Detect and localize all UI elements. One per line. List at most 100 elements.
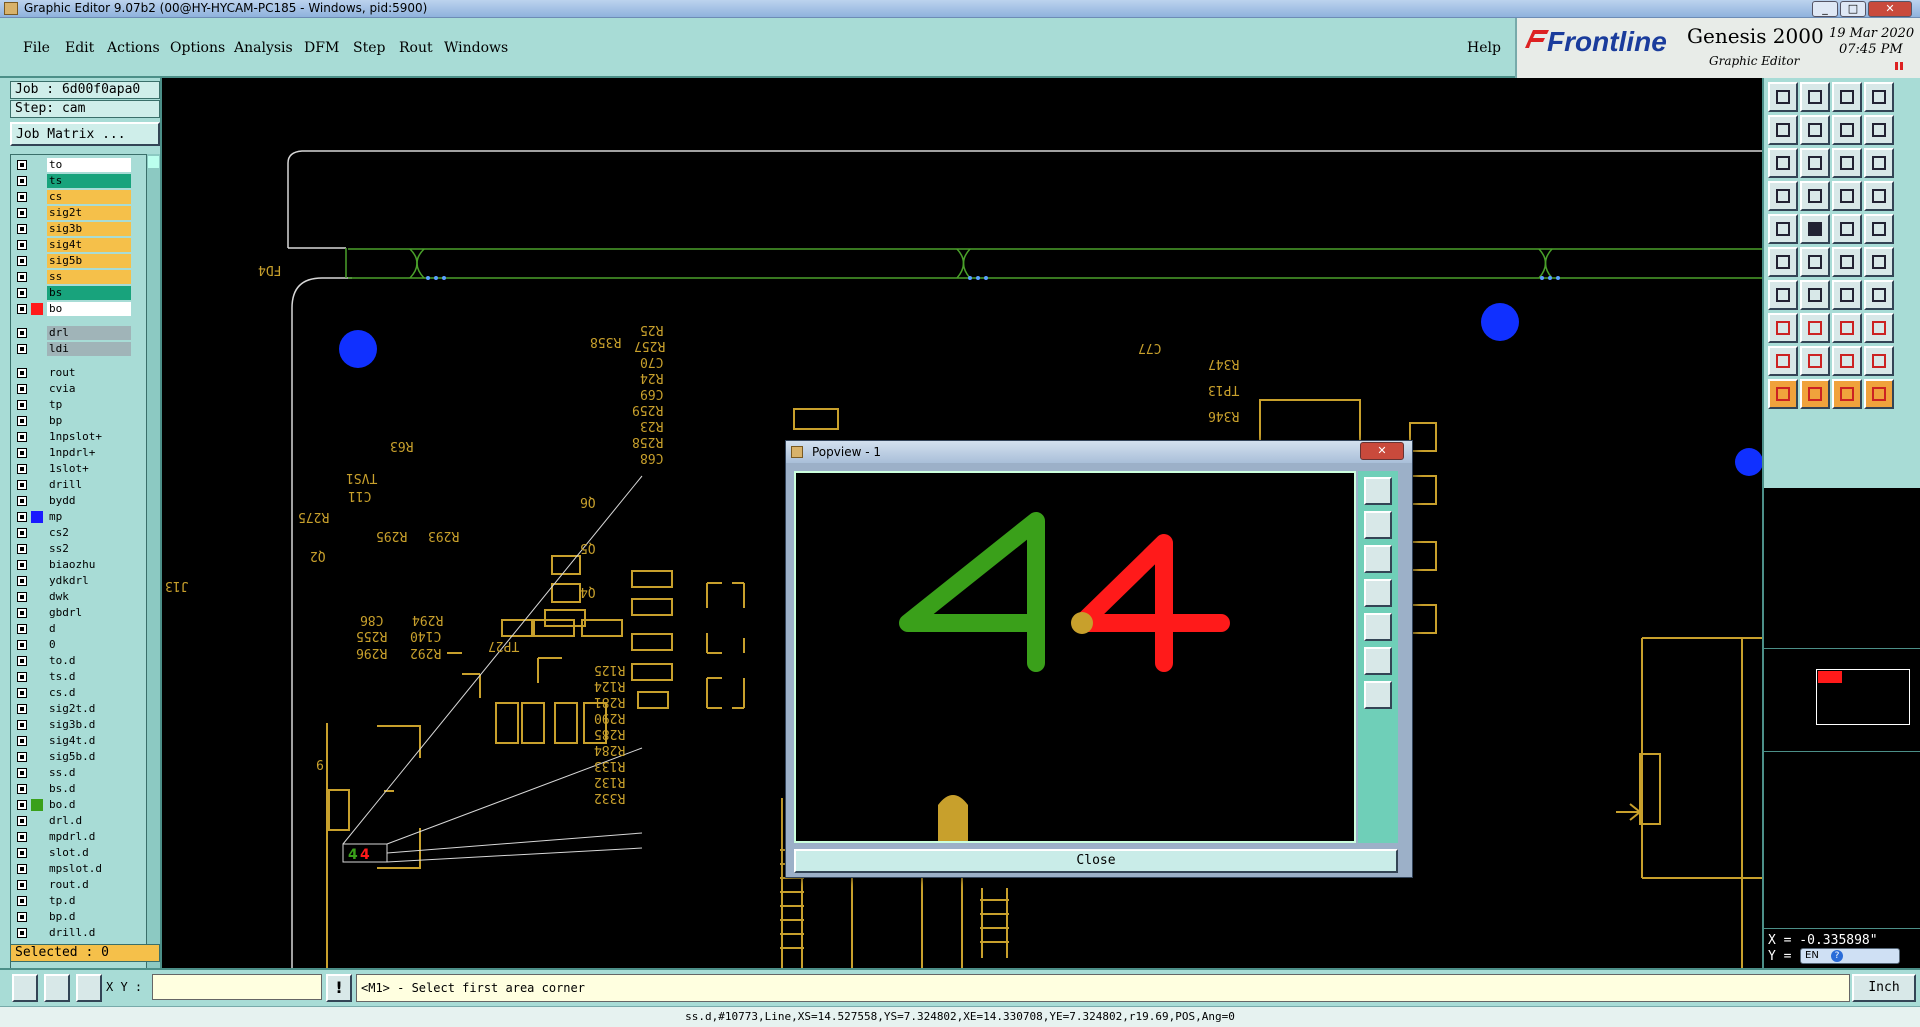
layer-color-swatch[interactable] [31, 191, 43, 203]
zone-icon[interactable] [1832, 346, 1862, 376]
layer-color-swatch[interactable] [31, 655, 43, 667]
layer-color-swatch[interactable] [31, 223, 43, 235]
layer-row-bp-d[interactable]: bp.d [13, 910, 131, 924]
layer-checkbox[interactable] [17, 160, 27, 170]
layer-color-swatch[interactable] [31, 575, 43, 587]
move-icon[interactable] [1832, 247, 1862, 277]
layer-checkbox[interactable] [17, 832, 27, 842]
layer-row-1slot-[interactable]: 1slot+ [13, 462, 131, 476]
layer-name[interactable]: bs.d [47, 782, 131, 796]
layer-color-swatch[interactable] [31, 559, 43, 571]
layer-name[interactable]: 1npdrl+ [47, 446, 131, 460]
surface-icon[interactable] [1864, 313, 1894, 343]
layer-checkbox[interactable] [17, 512, 27, 522]
layer-checkbox[interactable] [17, 640, 27, 650]
layer-checkbox[interactable] [17, 368, 27, 378]
arc-icon[interactable] [1832, 280, 1862, 310]
layer-color-swatch[interactable] [31, 751, 43, 763]
layer-row-gbdrl[interactable]: gbdrl [13, 606, 131, 620]
layer-row-tp-d[interactable]: tp.d [13, 894, 131, 908]
layer-color-swatch[interactable] [31, 431, 43, 443]
layer-checkbox[interactable] [17, 224, 27, 234]
layer-color-swatch[interactable] [31, 287, 43, 299]
triangle-icon[interactable] [1768, 346, 1798, 376]
layer-checkbox[interactable] [17, 752, 27, 762]
cursor-c-icon[interactable] [1864, 379, 1894, 409]
layer-name[interactable]: dwk [47, 590, 131, 604]
menu-options[interactable]: Options [170, 40, 225, 56]
layer-name[interactable]: drl.d [47, 814, 131, 828]
layer-row-rout[interactable]: rout [13, 366, 131, 380]
question-icon[interactable] [1864, 148, 1894, 178]
layer-row-bs[interactable]: bs [13, 286, 131, 300]
layer-checkbox[interactable] [17, 656, 27, 666]
layer-row-sig4t-d[interactable]: sig4t.d [13, 734, 131, 748]
menu-step[interactable]: Step [353, 40, 385, 56]
layer-color-swatch[interactable] [31, 831, 43, 843]
layer-row-dwk[interactable]: dwk [13, 590, 131, 604]
corner-icon[interactable] [1800, 214, 1830, 244]
layer-name[interactable]: bp [47, 414, 131, 428]
menu-rout[interactable]: Rout [399, 40, 433, 56]
layer-name[interactable]: sig4t.d [47, 734, 131, 748]
popview-close-x-button[interactable]: ✕ [1360, 442, 1404, 460]
layer-row-tp[interactable]: tp [13, 398, 131, 412]
menu-dfm[interactable]: DFM [304, 40, 339, 56]
layer-checkbox[interactable] [17, 416, 27, 426]
popview-tool-icon[interactable] [1364, 613, 1392, 641]
layer-name[interactable]: ss [47, 270, 131, 284]
layer-color-swatch[interactable] [31, 495, 43, 507]
layer-checkbox[interactable] [17, 896, 27, 906]
layer-color-swatch[interactable] [31, 527, 43, 539]
layer-checkbox[interactable] [17, 304, 27, 314]
popview-tool-icon[interactable] [1364, 681, 1392, 709]
layer-name[interactable]: bydd [47, 494, 131, 508]
layer-name[interactable]: tp [47, 398, 131, 412]
layer-list-scrollbar[interactable] [146, 154, 160, 1016]
line-icon[interactable] [1800, 280, 1830, 310]
scroll-up-arrow-icon[interactable] [148, 156, 159, 168]
layer-row-sig4t[interactable]: sig4t [13, 238, 131, 252]
popview-tool-icon[interactable] [1364, 477, 1392, 505]
zoom-out-icon[interactable] [1800, 115, 1830, 145]
layer-checkbox[interactable] [17, 928, 27, 938]
layer-name[interactable]: drill [47, 478, 131, 492]
layer-row-ldi[interactable]: ldi [13, 342, 131, 356]
angle-tool-icon[interactable] [44, 974, 70, 1002]
layer-name[interactable]: cs [47, 190, 131, 204]
cursor-a-icon[interactable] [1800, 379, 1830, 409]
layer-name[interactable]: 0 [47, 638, 131, 652]
snap-icon[interactable] [1768, 181, 1798, 211]
menu-windows[interactable]: Windows [444, 40, 508, 56]
layer-row-ss2[interactable]: ss2 [13, 542, 131, 556]
layer-checkbox[interactable] [17, 496, 27, 506]
layer-name[interactable]: rout.d [47, 878, 131, 892]
select-feature-icon[interactable] [1768, 214, 1798, 244]
layer-row-bs-d[interactable]: bs.d [13, 782, 131, 796]
layer-row-cs[interactable]: cs [13, 190, 131, 204]
pan-icon[interactable] [1832, 115, 1862, 145]
layer-name[interactable]: sig3b.d [47, 718, 131, 732]
menu-help[interactable]: Help [1467, 40, 1501, 56]
layer-name[interactable]: ts.d [47, 670, 131, 684]
layer-name[interactable]: drill.d [47, 926, 131, 940]
layer-name[interactable]: ss.d [47, 766, 131, 780]
layer-name[interactable]: d [47, 622, 131, 636]
popview-tool-icon[interactable] [1364, 545, 1392, 573]
layer-name[interactable]: ydkdrl [47, 574, 131, 588]
link-icon[interactable] [1864, 247, 1894, 277]
layer-row-mpslot-d[interactable]: mpslot.d [13, 862, 131, 876]
layer-row-cs2[interactable]: cs2 [13, 526, 131, 540]
layer-row-1npdrl-[interactable]: 1npdrl+ [13, 446, 131, 460]
layer-color-swatch[interactable] [31, 767, 43, 779]
help-icon[interactable] [1864, 115, 1894, 145]
layer-checkbox[interactable] [17, 784, 27, 794]
layer-name[interactable]: mpdrl.d [47, 830, 131, 844]
layer-color-swatch[interactable] [31, 271, 43, 283]
layer-checkbox[interactable] [17, 544, 27, 554]
layer-row-ydkdrl[interactable]: ydkdrl [13, 574, 131, 588]
layer-color-swatch[interactable] [31, 447, 43, 459]
layer-row-bydd[interactable]: bydd [13, 494, 131, 508]
exclamation-button[interactable]: ! [326, 974, 352, 1002]
layer-color-swatch[interactable] [31, 687, 43, 699]
